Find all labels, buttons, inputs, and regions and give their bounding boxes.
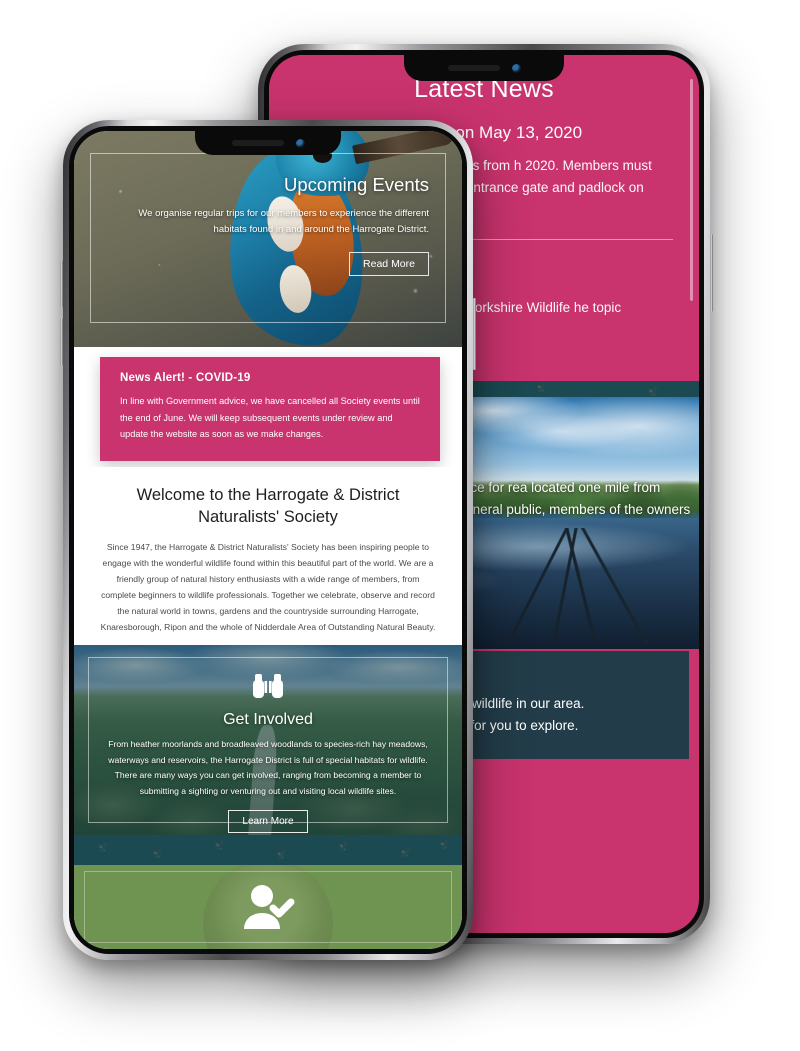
power-button[interactable] (473, 298, 476, 370)
membership-section[interactable] (74, 865, 462, 949)
navigate-arrow-icon (674, 891, 684, 901)
map-road-shield: A59 (522, 803, 543, 814)
volume-up-button[interactable] (60, 260, 63, 308)
bird-silhouette-icon: 🦅 (399, 847, 413, 858)
map-label: Allerton Mauleverer (501, 792, 567, 801)
map-locate-button[interactable] (666, 883, 692, 909)
map-label: Ca (574, 848, 584, 858)
earpiece-speaker-icon (231, 140, 284, 146)
map-label: Cowthorpe (518, 882, 555, 892)
map-data-credit: Map data ©2020 (533, 924, 582, 931)
get-involved-body: From heather moorlands and broadleaved w… (108, 739, 428, 796)
bird-silhouette-icon: 🦅 (275, 849, 289, 860)
welcome-body: Since 1947, the Harrogate & District Nat… (100, 541, 436, 633)
bird-silhouette-icon: 🦅 (647, 386, 660, 397)
mockup-stage: Latest News Gravel Pits reopened on May … (0, 0, 800, 1051)
front-phone-screen: Upcoming Events We organise regular trip… (74, 131, 462, 949)
reeds (492, 528, 674, 644)
bird-silhouette-icon: 🦅 (97, 842, 110, 853)
back-phone-notch (404, 55, 564, 81)
map-terms-link[interactable]: Terms of Use (591, 924, 629, 931)
get-involved-frame: Get Involved From heather moorlands and … (88, 657, 448, 833)
alert-title: News Alert! - COVID-19 (120, 372, 251, 384)
bird-silhouette-icon: 🦅 (151, 848, 165, 859)
covid-news-alert: News Alert! - COVID-19 In line with Gove… (100, 357, 440, 462)
alert-body: In line with Government advice, we have … (120, 396, 420, 440)
binoculars-icon (253, 674, 283, 698)
map-label: Green Hammerto (600, 808, 659, 818)
front-phone-notch (195, 131, 341, 155)
front-camera-icon (295, 138, 305, 148)
user-check-icon (244, 885, 295, 929)
hero-button-row: Read More (107, 238, 429, 277)
front-camera-icon (511, 63, 521, 73)
hero-text-frame: Upcoming Events We organise regular trip… (90, 153, 446, 323)
volume-down-button[interactable] (60, 318, 63, 366)
welcome-title: Welcome to the Harrogate & District Natu… (136, 486, 400, 526)
teal-divider-band: 🦅 🦅 🦅 🦅 🦅 🦅 🦅 (74, 835, 462, 865)
map-road-shield: A1(M) (514, 834, 540, 845)
learn-more-button[interactable]: Learn More (228, 809, 308, 833)
read-more-button[interactable]: Read More (349, 252, 429, 277)
front-phone-device: Upcoming Events We organise regular trip… (60, 120, 476, 960)
earpiece-speaker-icon (447, 65, 500, 71)
bird-silhouette-icon: 🦅 (337, 841, 351, 852)
map-pin-icon[interactable] (601, 841, 617, 863)
hero-body: We organise regular trips for our member… (138, 208, 429, 236)
map-label: Tockwith (604, 882, 634, 892)
get-involved-section: Get Involved From heather moorlands and … (74, 645, 462, 835)
news-scrollbar[interactable] (690, 79, 693, 301)
hero-title: Upcoming Events (284, 174, 429, 195)
hero-upcoming-events: Upcoming Events We organise regular trip… (74, 131, 462, 347)
get-involved-title: Get Involved (223, 711, 313, 728)
power-button[interactable] (710, 234, 713, 312)
bird-silhouette-icon: 🦅 (438, 839, 452, 850)
map-label: Kirk Hammerton (600, 831, 655, 841)
bird-silhouette-icon: 🦅 (535, 382, 549, 393)
map-pin-icon[interactable] (639, 804, 655, 826)
bird-silhouette-icon: 🦅 (213, 840, 227, 851)
map-road-shield: A6 (681, 825, 698, 836)
